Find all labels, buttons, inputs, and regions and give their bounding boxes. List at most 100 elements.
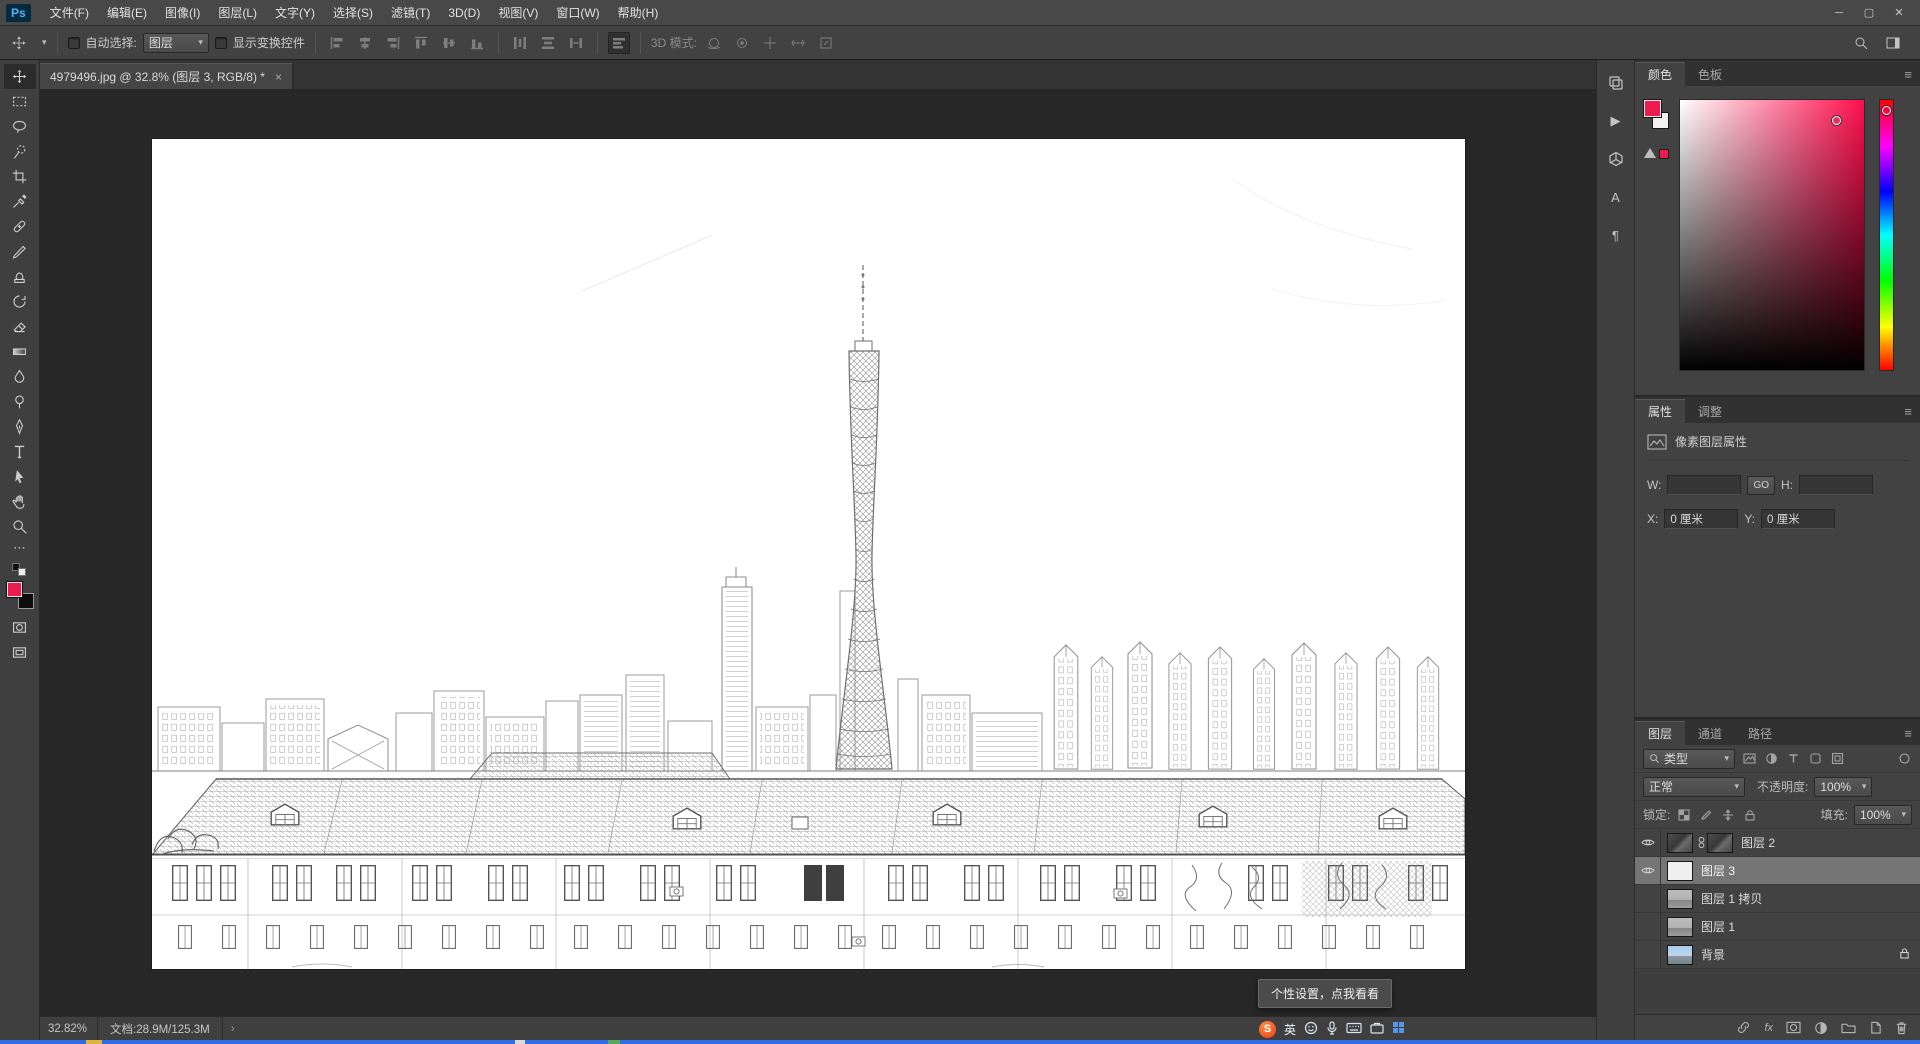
ime-language-toggle[interactable]: 英 bbox=[1284, 1021, 1296, 1038]
visibility-toggle[interactable] bbox=[1635, 913, 1661, 940]
lock-position-icon[interactable] bbox=[1720, 807, 1736, 823]
maximize-icon[interactable]: ▢ bbox=[1854, 2, 1884, 24]
filter-pixel-icon[interactable] bbox=[1741, 751, 1757, 767]
lock-transparent-icon[interactable] bbox=[1676, 807, 1692, 823]
panel-menu-icon[interactable]: ≡ bbox=[1904, 726, 1920, 745]
eraser-tool[interactable] bbox=[4, 314, 36, 339]
eyedropper-tool[interactable] bbox=[4, 189, 36, 214]
blend-mode-dropdown[interactable]: 正常 ▾ bbox=[1643, 777, 1745, 797]
fill-dropdown[interactable]: 100% ▾ bbox=[1854, 805, 1912, 825]
distribute-h-icon[interactable] bbox=[509, 32, 531, 54]
close-icon[interactable]: ✕ bbox=[1884, 2, 1914, 24]
quick-mask-button[interactable] bbox=[4, 615, 36, 640]
move-tool[interactable] bbox=[4, 64, 36, 89]
path-selection-tool[interactable] bbox=[4, 464, 36, 489]
opacity-dropdown[interactable]: 100% ▾ bbox=[1814, 777, 1872, 797]
3d-pan-icon[interactable] bbox=[759, 32, 781, 54]
gamut-warning-icon[interactable] bbox=[1644, 148, 1656, 158]
hue-slider[interactable] bbox=[1879, 99, 1894, 371]
auto-select-target-dropdown[interactable]: 图层 ▾ bbox=[143, 33, 209, 53]
ime-toolbox-icon[interactable] bbox=[1370, 1021, 1384, 1037]
menu-edit[interactable]: 编辑(E) bbox=[98, 0, 156, 25]
new-adjustment-layer-icon[interactable] bbox=[1814, 1021, 1828, 1035]
menu-filter[interactable]: 滤镜(T) bbox=[382, 0, 439, 25]
menu-layer[interactable]: 图层(L) bbox=[209, 0, 266, 25]
tab-color[interactable]: 颜色 bbox=[1635, 62, 1685, 86]
ime-promo-tooltip[interactable]: 个性设置，点我看看 bbox=[1258, 979, 1392, 1008]
layer-row-3-selected[interactable]: 图层 3 bbox=[1635, 857, 1920, 885]
align-right-icon[interactable] bbox=[382, 32, 404, 54]
link-layers-icon[interactable] bbox=[1736, 1020, 1751, 1035]
pen-tool[interactable] bbox=[4, 414, 36, 439]
menu-window[interactable]: 窗口(W) bbox=[547, 0, 608, 25]
visibility-toggle[interactable] bbox=[1635, 885, 1661, 912]
gamut-color-swatch[interactable] bbox=[1659, 149, 1669, 159]
layer-thumbnail[interactable] bbox=[1667, 917, 1693, 937]
hand-tool[interactable] bbox=[4, 489, 36, 514]
menu-image[interactable]: 图像(I) bbox=[156, 0, 209, 25]
new-layer-icon[interactable] bbox=[1869, 1021, 1882, 1035]
distribute-spacing-icon[interactable] bbox=[565, 32, 587, 54]
tool-preset-arrow[interactable]: ▾ bbox=[42, 37, 47, 48]
foreground-color-swatch[interactable] bbox=[1643, 99, 1662, 118]
3d-roll-icon[interactable] bbox=[731, 32, 753, 54]
clone-stamp-tool[interactable] bbox=[4, 264, 36, 289]
menu-help[interactable]: 帮助(H) bbox=[609, 0, 668, 25]
default-colors-icon[interactable] bbox=[12, 563, 28, 577]
y-input[interactable] bbox=[1761, 509, 1835, 529]
lock-pixels-icon[interactable] bbox=[1698, 807, 1714, 823]
tab-properties[interactable]: 属性 bbox=[1635, 399, 1685, 423]
type-tool[interactable] bbox=[4, 439, 36, 464]
3d-scale-icon[interactable] bbox=[815, 32, 837, 54]
layer-style-icon[interactable]: fx bbox=[1764, 1022, 1773, 1034]
search-icon[interactable] bbox=[1850, 32, 1872, 54]
lasso-tool[interactable] bbox=[4, 114, 36, 139]
paragraph-panel-icon[interactable]: ¶ bbox=[1604, 224, 1628, 246]
brush-tool[interactable] bbox=[4, 239, 36, 264]
delete-layer-icon[interactable] bbox=[1895, 1021, 1908, 1035]
menu-select[interactable]: 选择(S) bbox=[324, 0, 382, 25]
workspace-icon[interactable] bbox=[1882, 32, 1904, 54]
dodge-tool[interactable] bbox=[4, 389, 36, 414]
filter-adjustment-icon[interactable] bbox=[1763, 751, 1779, 767]
canvas[interactable] bbox=[40, 89, 1596, 1016]
history-brush-tool[interactable] bbox=[4, 289, 36, 314]
show-transform-checkbox[interactable] bbox=[215, 37, 227, 49]
ime-keyboard-icon[interactable] bbox=[1346, 1022, 1362, 1037]
link-dimensions-button[interactable]: GO bbox=[1747, 476, 1775, 495]
zoom-tool[interactable] bbox=[4, 514, 36, 539]
blur-tool[interactable] bbox=[4, 364, 36, 389]
height-input[interactable] bbox=[1799, 475, 1873, 495]
rectangular-marquee-tool[interactable] bbox=[4, 89, 36, 114]
layer-thumbnail[interactable] bbox=[1667, 861, 1693, 881]
layer-mask-thumbnail[interactable] bbox=[1707, 833, 1733, 853]
layer-thumbnail[interactable] bbox=[1667, 833, 1693, 853]
layer-row-1[interactable]: 图层 1 bbox=[1635, 913, 1920, 941]
menu-type[interactable]: 文字(Y) bbox=[266, 0, 324, 25]
screen-mode-button[interactable] bbox=[4, 640, 36, 665]
spot-healing-brush-tool[interactable] bbox=[4, 214, 36, 239]
status-flyout-icon[interactable]: › bbox=[222, 1017, 243, 1040]
filter-shape-icon[interactable] bbox=[1807, 751, 1823, 767]
tab-swatches[interactable]: 色板 bbox=[1685, 62, 1735, 86]
filter-type-icon[interactable] bbox=[1785, 751, 1801, 767]
3d-orbit-icon[interactable] bbox=[703, 32, 725, 54]
saturation-brightness-field[interactable] bbox=[1679, 99, 1865, 371]
menu-3d[interactable]: 3D(D) bbox=[439, 2, 489, 24]
auto-align-layers-icon[interactable] bbox=[608, 32, 630, 54]
current-tool-icon[interactable] bbox=[8, 32, 30, 54]
filter-smart-object-icon[interactable] bbox=[1829, 751, 1845, 767]
hue-slider-cursor[interactable] bbox=[1882, 106, 1891, 115]
align-left-icon[interactable] bbox=[326, 32, 348, 54]
crop-tool[interactable] bbox=[4, 164, 36, 189]
visibility-toggle[interactable] bbox=[1635, 941, 1661, 968]
align-middle-v-icon[interactable] bbox=[438, 32, 460, 54]
foreground-background-swatches[interactable] bbox=[6, 581, 34, 609]
visibility-toggle[interactable] bbox=[1635, 857, 1661, 884]
mask-link-icon[interactable] bbox=[1695, 836, 1707, 849]
layer-row-2[interactable]: 图层 2 bbox=[1635, 829, 1920, 857]
lock-all-icon[interactable] bbox=[1742, 807, 1758, 823]
ime-emoji-icon[interactable] bbox=[1304, 1021, 1318, 1038]
color-field-cursor[interactable] bbox=[1832, 116, 1841, 125]
minimize-icon[interactable]: ─ bbox=[1824, 2, 1854, 24]
